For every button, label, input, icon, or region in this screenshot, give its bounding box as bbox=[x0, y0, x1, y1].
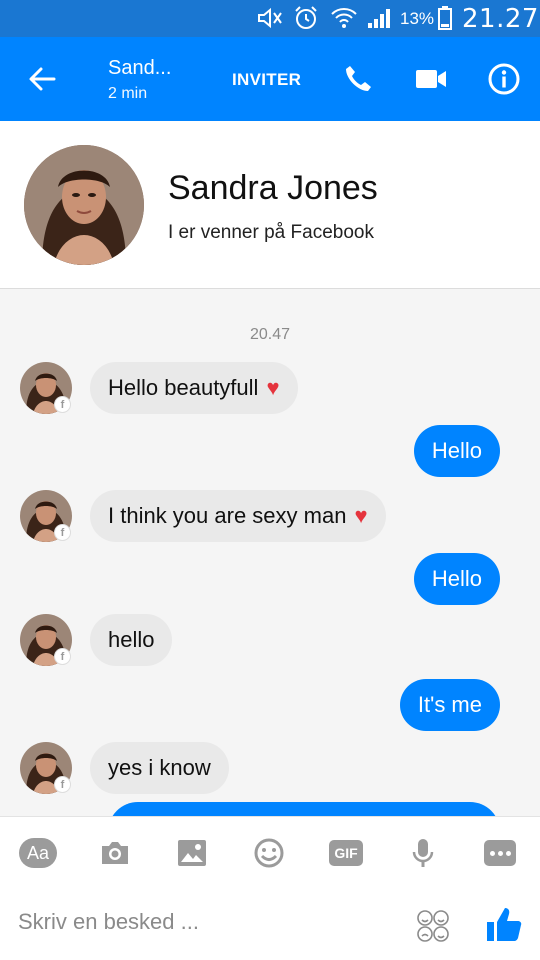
message-input[interactable] bbox=[18, 909, 398, 935]
facebook-badge-icon: f bbox=[54, 524, 71, 541]
incoming-message-bubble[interactable]: Hello beautyfull ♥ bbox=[90, 362, 298, 414]
facebook-badge-icon: f bbox=[54, 648, 71, 665]
message-text: I think you are sexy man bbox=[108, 503, 347, 528]
message-text: hello bbox=[108, 627, 155, 652]
message-text: yes i know bbox=[108, 755, 211, 780]
conversation-header: Sand... 2 min INVITER bbox=[0, 37, 540, 121]
profile-name: Sandra Jones bbox=[168, 169, 378, 207]
incoming-message-bubble[interactable]: hello bbox=[90, 614, 173, 666]
outgoing-message-bubble[interactable]: Hello bbox=[413, 553, 500, 605]
invite-button[interactable]: INVITER bbox=[232, 70, 301, 90]
battery-icon bbox=[436, 5, 454, 31]
text-style-icon[interactable]: Aa bbox=[18, 835, 58, 871]
message-text: Hello beautyfull bbox=[108, 375, 259, 400]
message-text: It's me bbox=[417, 692, 482, 717]
active-status: 2 min bbox=[108, 85, 148, 102]
outgoing-message-row: It's me bbox=[0, 677, 540, 733]
more-icon[interactable] bbox=[480, 835, 520, 871]
contact-name[interactable]: Sand... bbox=[108, 57, 171, 80]
heart-emoji-icon: ♥ bbox=[266, 375, 280, 400]
outgoing-message-row: Hello bbox=[0, 551, 540, 607]
incoming-message-row: f yes i know bbox=[0, 740, 540, 796]
sticker-emoji-icon[interactable] bbox=[416, 909, 450, 943]
facebook-badge-icon: f bbox=[54, 776, 71, 793]
profile-avatar[interactable] bbox=[24, 145, 144, 265]
gallery-icon[interactable] bbox=[172, 835, 212, 871]
incoming-message-bubble[interactable]: I think you are sexy man ♥ bbox=[90, 490, 386, 542]
text-style-label: Aa bbox=[19, 838, 57, 868]
video-camera-icon[interactable] bbox=[411, 59, 451, 99]
incoming-message-row: f hello bbox=[0, 612, 540, 668]
gif-icon[interactable]: GIF bbox=[326, 835, 366, 871]
thumbs-up-icon[interactable] bbox=[484, 905, 524, 945]
alarm-icon bbox=[292, 5, 320, 31]
emoji-icon[interactable] bbox=[249, 835, 289, 871]
outgoing-message-bubble[interactable]: It's me bbox=[399, 679, 500, 731]
incoming-message-bubble[interactable]: yes i know bbox=[90, 742, 229, 794]
outgoing-message-bubble[interactable]: Hello bbox=[413, 425, 500, 477]
info-icon[interactable] bbox=[484, 59, 524, 99]
incoming-message-row: f I think you are sexy man ♥ bbox=[0, 488, 540, 544]
message-timestamp: 20.47 bbox=[249, 326, 291, 343]
wifi-icon bbox=[329, 5, 359, 31]
message-composer: Aa GIF bbox=[0, 816, 540, 960]
incoming-message-row: f Hello beautyfull ♥ bbox=[0, 360, 540, 416]
message-text: Hello bbox=[431, 566, 482, 591]
message-thread[interactable]: 20.47 f Hello beautyfull ♥ Hello f I think yo… bbox=[0, 290, 540, 816]
contact-profile-card: Sandra Jones I er venner på Facebook bbox=[0, 121, 540, 289]
battery-percent: 13% bbox=[400, 9, 435, 28]
back-arrow-icon[interactable] bbox=[22, 59, 62, 99]
gif-label: GIF bbox=[329, 840, 363, 866]
status-bar: 13% 21.27 bbox=[0, 0, 540, 37]
heart-emoji-icon: ♥ bbox=[354, 503, 368, 528]
phone-icon[interactable] bbox=[338, 59, 378, 99]
friendship-status: I er venner på Facebook bbox=[168, 222, 374, 243]
microphone-icon[interactable] bbox=[403, 835, 443, 871]
message-text: Hello bbox=[431, 438, 482, 463]
camera-icon[interactable] bbox=[95, 835, 135, 871]
mute-icon bbox=[256, 5, 284, 31]
outgoing-message-row: Hello bbox=[0, 423, 540, 479]
facebook-badge-icon: f bbox=[54, 396, 71, 413]
clock: 21.27 bbox=[462, 4, 539, 34]
outgoing-message-bubble-partial[interactable] bbox=[108, 802, 500, 816]
signal-icon bbox=[364, 5, 394, 31]
